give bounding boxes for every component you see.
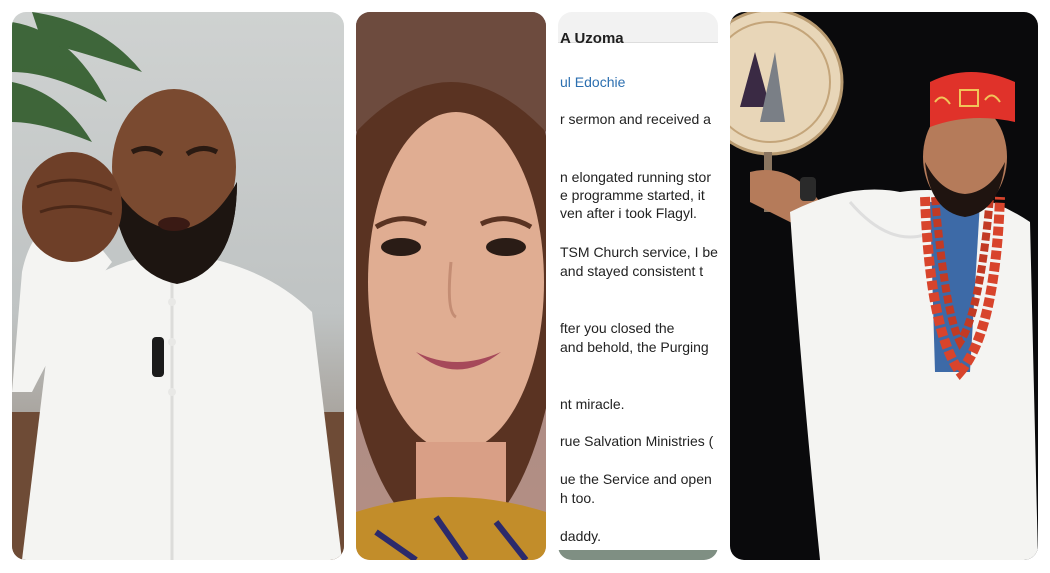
message-line: TSM Church service, I be [560, 244, 718, 260]
bottom-strip [558, 550, 718, 560]
message-line: e programme started, it [560, 187, 705, 203]
message-line: ven after i took Flagyl. [560, 205, 697, 221]
message-line: nt miracle. [560, 396, 625, 412]
message-line: and behold, the Purging [560, 339, 709, 355]
man-fist-illustration [12, 12, 344, 560]
sender-name: A Uzoma [560, 30, 624, 47]
message-line: n elongated running stor [560, 169, 711, 185]
message-line: rue Salvation Ministries ( [560, 433, 714, 449]
message-line: and stayed consistent t [560, 263, 704, 279]
message-line: daddy. [560, 528, 601, 544]
message-screenshot-panel: A Uzoma ul Edochie r sermon and received… [558, 12, 718, 560]
photo-panel-woman [356, 12, 546, 560]
photo-panel-man-fist [12, 12, 344, 560]
woman-portrait-illustration [356, 12, 546, 560]
message-line: r sermon and received a [560, 111, 711, 127]
man-fan-illustration [730, 12, 1038, 560]
message-line: ue the Service and open [560, 471, 712, 487]
message-line: h too. [560, 490, 596, 506]
message-line: fter you closed the [560, 320, 675, 336]
photo-panel-man-fan [730, 12, 1038, 560]
recipient-name: ul Edochie [560, 74, 626, 90]
